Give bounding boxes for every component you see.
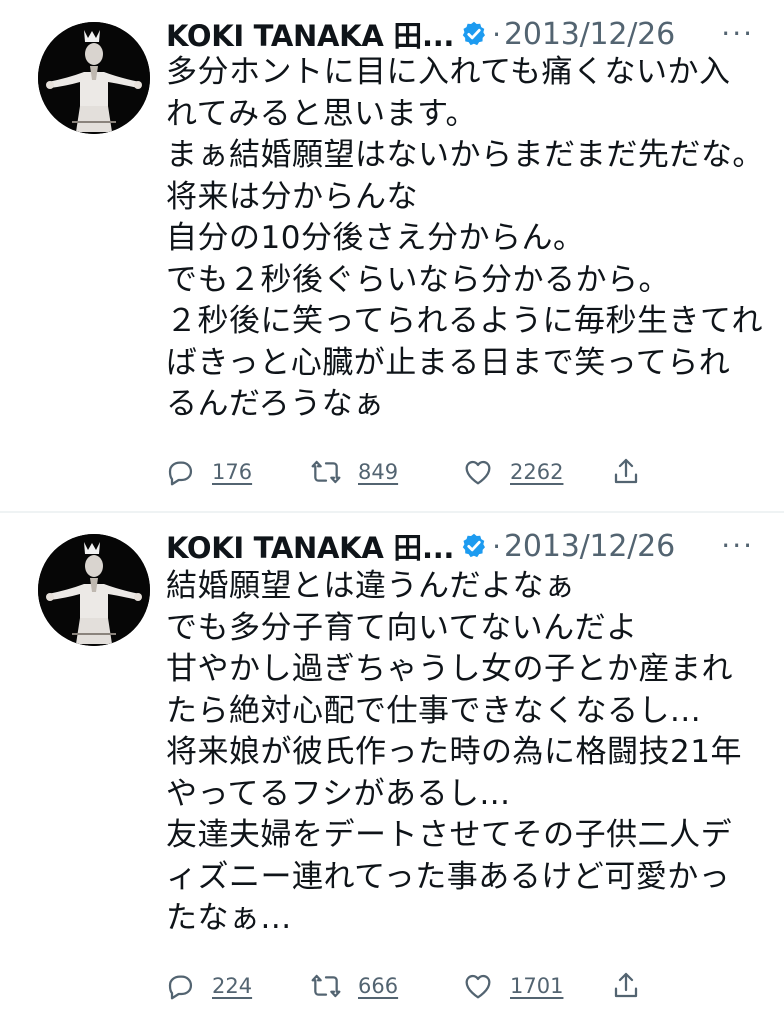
- tweet[interactable]: KOKI TANAKA 田... · 2013/12/26 ··· 多分ホントに…: [0, 0, 784, 512]
- author-name[interactable]: KOKI TANAKA 田...: [166, 525, 454, 567]
- share-icon: [614, 972, 638, 998]
- reply-icon: [168, 461, 193, 486]
- retweet-button[interactable]: 849: [310, 452, 398, 492]
- verified-badge-icon: [460, 20, 488, 48]
- like-count[interactable]: 2262: [510, 460, 563, 484]
- avatar[interactable]: [38, 534, 150, 646]
- reply-icon: [168, 975, 193, 1000]
- tweet-date[interactable]: 2013/12/26: [504, 17, 675, 52]
- share-icon: [614, 458, 638, 484]
- avatar[interactable]: [38, 22, 150, 134]
- tweet-actions: 224 666 1701: [160, 966, 660, 1006]
- more-options-button[interactable]: ···: [721, 532, 754, 560]
- share-button[interactable]: [610, 966, 642, 1006]
- separator: ·: [492, 529, 502, 563]
- retweet-icon: [311, 460, 341, 484]
- tweet-divider: [0, 511, 784, 513]
- verified-badge-icon: [460, 532, 488, 560]
- reply-button[interactable]: 224: [164, 966, 252, 1006]
- retweet-count[interactable]: 849: [358, 460, 398, 484]
- heart-icon: [465, 974, 491, 999]
- tweet-text: 多分ホントに目に入れても痛くないか入 れてみると思います。 まぁ結婚願望はないか…: [166, 54, 764, 422]
- reply-count[interactable]: 176: [212, 460, 252, 484]
- reply-button[interactable]: 176: [164, 452, 252, 492]
- heart-icon: [465, 460, 491, 485]
- tweet-header: KOKI TANAKA 田... · 2013/12/26 ···: [166, 14, 764, 54]
- retweet-count[interactable]: 666: [358, 974, 398, 998]
- more-options-button[interactable]: ···: [721, 20, 754, 48]
- separator: ·: [492, 17, 502, 51]
- tweet-actions: 176 849 2262: [160, 452, 660, 492]
- share-button[interactable]: [610, 452, 642, 492]
- tweet[interactable]: KOKI TANAKA 田... · 2013/12/26 ··· 結婚願望とは…: [0, 514, 784, 1024]
- tweet-date[interactable]: 2013/12/26: [504, 529, 675, 564]
- tweet-text: 結婚願望とは違うんだよなぁ でも多分子育て向いてないんだよ 甘やかし過ぎちゃうし…: [166, 568, 742, 936]
- like-button[interactable]: 2262: [462, 452, 563, 492]
- retweet-icon: [311, 974, 341, 998]
- reply-count[interactable]: 224: [212, 974, 252, 998]
- author-name[interactable]: KOKI TANAKA 田...: [166, 13, 454, 55]
- like-button[interactable]: 1701: [462, 966, 563, 1006]
- tweet-header: KOKI TANAKA 田... · 2013/12/26 ···: [166, 526, 764, 566]
- retweet-button[interactable]: 666: [310, 966, 398, 1006]
- like-count[interactable]: 1701: [510, 974, 563, 998]
